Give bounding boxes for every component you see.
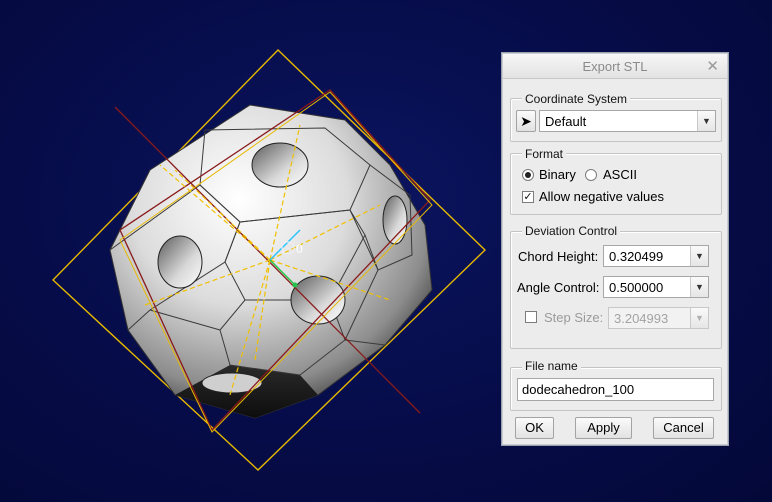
step-size-checkbox[interactable] (525, 311, 537, 323)
csys-tag: 0 (296, 242, 303, 256)
ascii-radio[interactable] (585, 169, 597, 181)
angle-control-value: 0.500000 (609, 280, 664, 295)
pointer-arrow-icon: ➤ (520, 113, 532, 129)
file-name-label: File name (522, 359, 581, 373)
binary-radio[interactable] (522, 169, 534, 181)
step-size-label: Step Size: (544, 310, 604, 325)
file-name-input[interactable]: dodecahedron_100 (517, 378, 714, 401)
angle-control-field[interactable]: 0.500000 ▼ (603, 276, 709, 298)
close-icon[interactable]: ✕ (706, 57, 719, 75)
angle-control-label: Angle Control: (517, 280, 600, 295)
ascii-label[interactable]: ASCII (603, 167, 637, 182)
chord-height-value: 0.320499 (609, 249, 664, 264)
dialog-title: Export STL (582, 59, 648, 74)
select-csys-button[interactable]: ➤ (516, 110, 536, 132)
export-stl-dialog: Export STL ✕ Coordinate System ➤ Default… (501, 52, 729, 446)
step-size-value: 3.204993 (614, 311, 669, 326)
apply-button[interactable]: Apply (575, 417, 632, 439)
format-group (510, 153, 722, 215)
allow-negative-checkbox[interactable]: ✓ (522, 191, 534, 203)
chord-height-label: Chord Height: (518, 249, 599, 264)
dialog-titlebar[interactable]: Export STL ✕ (503, 54, 727, 79)
cancel-button[interactable]: Cancel (653, 417, 714, 439)
coordinate-system-value: Default (545, 114, 587, 129)
chevron-down-icon[interactable]: ▼ (690, 246, 708, 266)
coordinate-system-label: Coordinate System (522, 92, 631, 106)
chevron-down-icon[interactable]: ▼ (690, 308, 708, 328)
coordinate-system-select[interactable]: Default ▼ (539, 110, 716, 132)
chevron-down-icon[interactable]: ▼ (690, 277, 708, 297)
step-size-field[interactable]: 3.204993 ▼ (608, 307, 709, 329)
chevron-down-icon: ▼ (697, 111, 715, 131)
chord-height-field[interactable]: 0.320499 ▼ (603, 245, 709, 267)
format-label: Format (522, 147, 567, 161)
ok-button[interactable]: OK (515, 417, 554, 439)
allow-negative-label[interactable]: Allow negative values (539, 189, 664, 204)
binary-label[interactable]: Binary (539, 167, 576, 182)
deviation-control-label: Deviation Control (522, 224, 621, 238)
